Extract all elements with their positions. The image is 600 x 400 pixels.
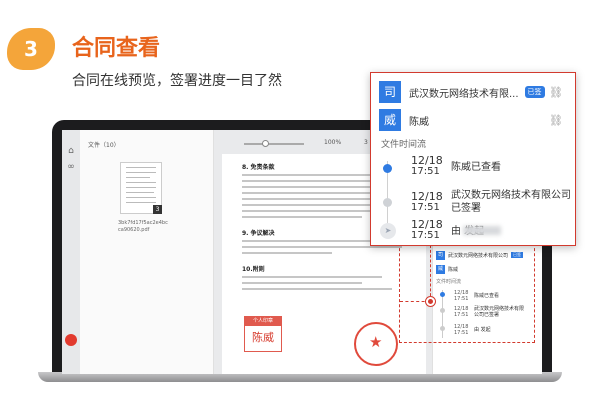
section-subtitle: 合同在线预览，签署进度一目了然 [72,73,282,89]
event-text: 武汉数元网络技术有限公司已签署 [451,190,571,214]
connector-line [430,245,431,301]
person-icon: 威 [379,109,401,131]
timeline-title: 文件时间流 [381,140,427,150]
signer-name: 武汉数元网络技术有限... [409,88,519,100]
event-time: 12/18 17:51 [411,218,443,241]
personal-signature-stamp: 个人印章 陈威 [244,316,282,352]
zoom-level: 100% [324,139,342,146]
doc-section-heading: 9. 争议解决 [242,230,275,237]
doc-section-heading: 8. 免责条款 [242,164,275,171]
app-rail: ⌂ ∞ [62,130,80,374]
event-time: 12/18 17:51 [411,190,443,213]
star-icon: ★ [369,333,383,351]
signed-badge: 已签 [524,86,545,98]
brand-logo [65,334,77,346]
doc-section-heading: 10.附则 [242,266,265,273]
timeline-dot-active [383,164,392,173]
connector-dot [426,297,435,306]
stamp-caption: 个人印章 [245,317,281,326]
page-current[interactable]: 3 [364,139,368,146]
zoom-slider[interactable] [244,143,304,145]
signer-row-company[interactable]: 司 武汉数元网络技术有限... 已签 ⛓ [379,81,569,103]
send-arrow-icon: ➤ [380,223,396,239]
link-icon[interactable]: ∞ [66,162,76,172]
zoom-slider-handle[interactable] [262,140,269,147]
timeline-dot [383,198,392,207]
signing-status-popup: 司 武汉数元网络技术有限... 已签 ⛓ 威 陈威 ⛓ 文件时间流 ➤ 12/1… [370,72,576,246]
page-count-badge: 3 [153,205,162,214]
home-icon[interactable]: ⌂ [66,146,76,156]
company-icon: 司 [379,81,401,103]
redacted-name [463,226,501,235]
signer-name: 陈威 [409,116,429,128]
file-panel: 文件（10） 3 3bk7fd17f5ac2e4bcca90620.pdf [80,130,214,374]
file-name: 3bk7fd17f5ac2e4bcca90620.pdf [118,220,168,233]
event-time: 12/18 17:51 [411,154,443,177]
file-count-heading: 文件（10） [88,142,120,149]
stamp-signature-name: 陈威 [252,331,274,344]
link-icon[interactable]: ⛓ [549,86,563,99]
signer-row-person[interactable]: 威 陈威 ⛓ [379,109,569,131]
link-icon[interactable]: ⛓ [549,114,563,127]
step-badge: 3 [7,28,55,70]
highlight-dashed-frame [399,243,535,343]
event-text: 陈威已查看 [451,162,501,173]
file-thumbnail[interactable]: 3 [120,162,162,214]
section-title: 合同查看 [72,36,161,61]
company-seal: ★ [354,322,398,366]
